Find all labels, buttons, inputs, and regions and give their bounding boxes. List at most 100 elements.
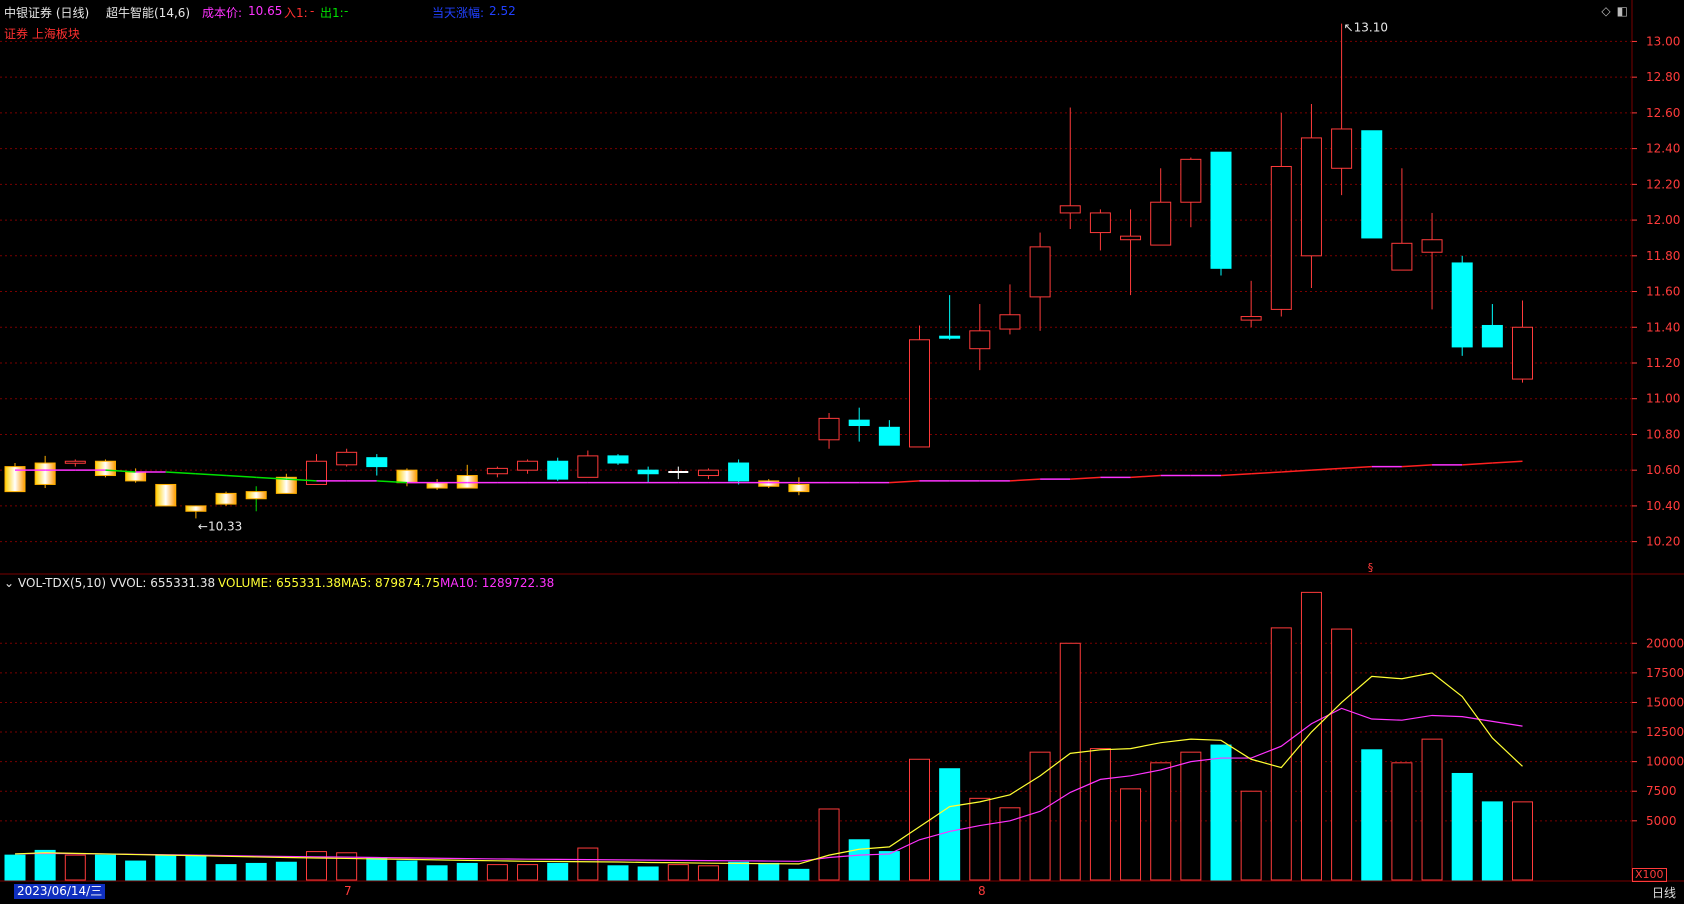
candle-body xyxy=(1361,130,1383,239)
volume-bar xyxy=(878,851,900,881)
candle-body xyxy=(1331,128,1353,169)
candle-body xyxy=(125,471,147,482)
volume-bar xyxy=(1089,748,1111,881)
candle-body xyxy=(1089,212,1111,234)
volume-ma10-line xyxy=(14,707,1523,862)
volume-bar xyxy=(456,862,478,881)
volume-bar xyxy=(64,854,86,881)
volume-bar xyxy=(1391,762,1413,881)
candle-body xyxy=(848,419,870,427)
price-tick-label: 11.60 xyxy=(1646,285,1680,299)
window-controls: ◇ ◧ xyxy=(1595,4,1628,18)
candle-body xyxy=(1029,246,1051,298)
volume-bar xyxy=(517,864,539,881)
restore-icon[interactable]: ◧ xyxy=(1617,4,1628,18)
volume-bar xyxy=(306,851,327,881)
volume-tick-label: 20000 xyxy=(1646,636,1684,650)
price-tick-label: 10.80 xyxy=(1646,427,1680,441)
candle-body xyxy=(758,480,780,487)
volume-bar xyxy=(366,857,388,881)
price-tick-label: 10.60 xyxy=(1646,463,1680,477)
low-price-annotation: ←10.33 xyxy=(198,519,242,533)
volume-bar xyxy=(848,839,870,881)
volume-bar xyxy=(1180,751,1202,881)
candle-body xyxy=(1120,235,1142,241)
period-button[interactable]: 日线 xyxy=(1652,884,1676,901)
vol-ma10-value: MA10: 1289722.38 xyxy=(440,576,555,590)
candle-body xyxy=(1210,151,1232,269)
candle-body xyxy=(818,417,840,441)
in-value: - xyxy=(310,4,315,18)
indicator-name: 超牛智能(14,6) xyxy=(106,6,191,20)
volume-bar xyxy=(215,864,237,881)
change-value: 2.52 xyxy=(489,4,516,18)
out-value: - xyxy=(344,4,349,18)
volume-value: VOLUME: 655331.38 xyxy=(218,576,341,590)
candle-body xyxy=(1240,316,1262,321)
candle-body xyxy=(1421,239,1443,253)
volume-tick-label: 7500 xyxy=(1646,784,1677,798)
ma-line-segment xyxy=(1130,474,1161,479)
vol-indicator-name: VOL-TDX(5,10) xyxy=(18,576,107,590)
ma-line-segment xyxy=(165,471,196,475)
volume-bar xyxy=(547,862,569,881)
candle-body xyxy=(155,483,177,507)
candle-body xyxy=(697,469,719,477)
collapse-icon[interactable]: ⌄ xyxy=(4,576,14,590)
candle-body xyxy=(939,335,961,339)
cost-value: 10.65 xyxy=(248,4,283,18)
volume-bar xyxy=(1059,642,1081,881)
volume-bar xyxy=(1421,738,1443,881)
volume-bar xyxy=(155,854,177,881)
ma-line-segment xyxy=(1341,465,1372,470)
candle-body xyxy=(1270,165,1292,310)
price-tick-label: 12.40 xyxy=(1646,142,1680,156)
volume-bar xyxy=(1240,790,1262,881)
volume-tick-label: 5000 xyxy=(1646,814,1677,828)
price-tick-label: 11.20 xyxy=(1646,356,1680,370)
volume-bar xyxy=(185,855,207,881)
volume-bar xyxy=(125,860,147,881)
volume-bar xyxy=(607,865,629,881)
volume-bar xyxy=(1512,801,1533,881)
price-tick-label: 13.00 xyxy=(1646,34,1680,48)
kline-chart[interactable]: 10.20 10.40 10.60 10.80 11.00 11.20 11.40 11.60… xyxy=(0,0,1684,901)
volume-bar xyxy=(939,768,961,881)
candle-body xyxy=(1180,158,1202,203)
candle-body xyxy=(788,483,810,493)
candle-body xyxy=(878,426,900,446)
cursor-date: 2023/06/14/三 xyxy=(14,884,106,899)
cost-label: 成本价: xyxy=(202,6,243,20)
candle-body xyxy=(34,462,56,485)
candle-body xyxy=(1391,242,1413,271)
volume-bar xyxy=(1361,749,1383,881)
volume-bar xyxy=(275,861,297,881)
candle-body xyxy=(547,460,569,480)
diamond-icon[interactable]: ◇ xyxy=(1601,4,1610,18)
candle-body xyxy=(1150,201,1172,246)
volume-bar xyxy=(94,854,116,881)
ma-line-segment xyxy=(1311,467,1342,471)
volume-bar xyxy=(1150,762,1172,881)
volume-bar xyxy=(818,808,840,881)
price-tick-label: 11.00 xyxy=(1646,392,1680,406)
candle-body xyxy=(396,469,418,484)
month-label-8: 8 xyxy=(978,884,986,898)
volume-bar xyxy=(1300,591,1322,881)
ma-line-segment xyxy=(1070,476,1101,480)
volume-bar xyxy=(697,865,719,881)
ma-line-segment xyxy=(226,474,257,479)
ma-line-segment xyxy=(1220,472,1252,477)
ma-line-segment xyxy=(1401,464,1433,468)
candle-body xyxy=(969,330,991,350)
volume-bar xyxy=(577,847,599,881)
volume-bar xyxy=(909,758,930,881)
ma-line-segment xyxy=(1251,471,1282,475)
volume-bar xyxy=(1270,627,1292,881)
candle-body xyxy=(1300,137,1322,257)
dividend-marker: § xyxy=(1368,561,1374,574)
vol-ma5-value: MA5: 879874.75 xyxy=(341,576,440,590)
price-tick-label: 12.00 xyxy=(1646,213,1680,227)
volume-bar xyxy=(1120,788,1142,881)
candle-body xyxy=(336,451,358,466)
